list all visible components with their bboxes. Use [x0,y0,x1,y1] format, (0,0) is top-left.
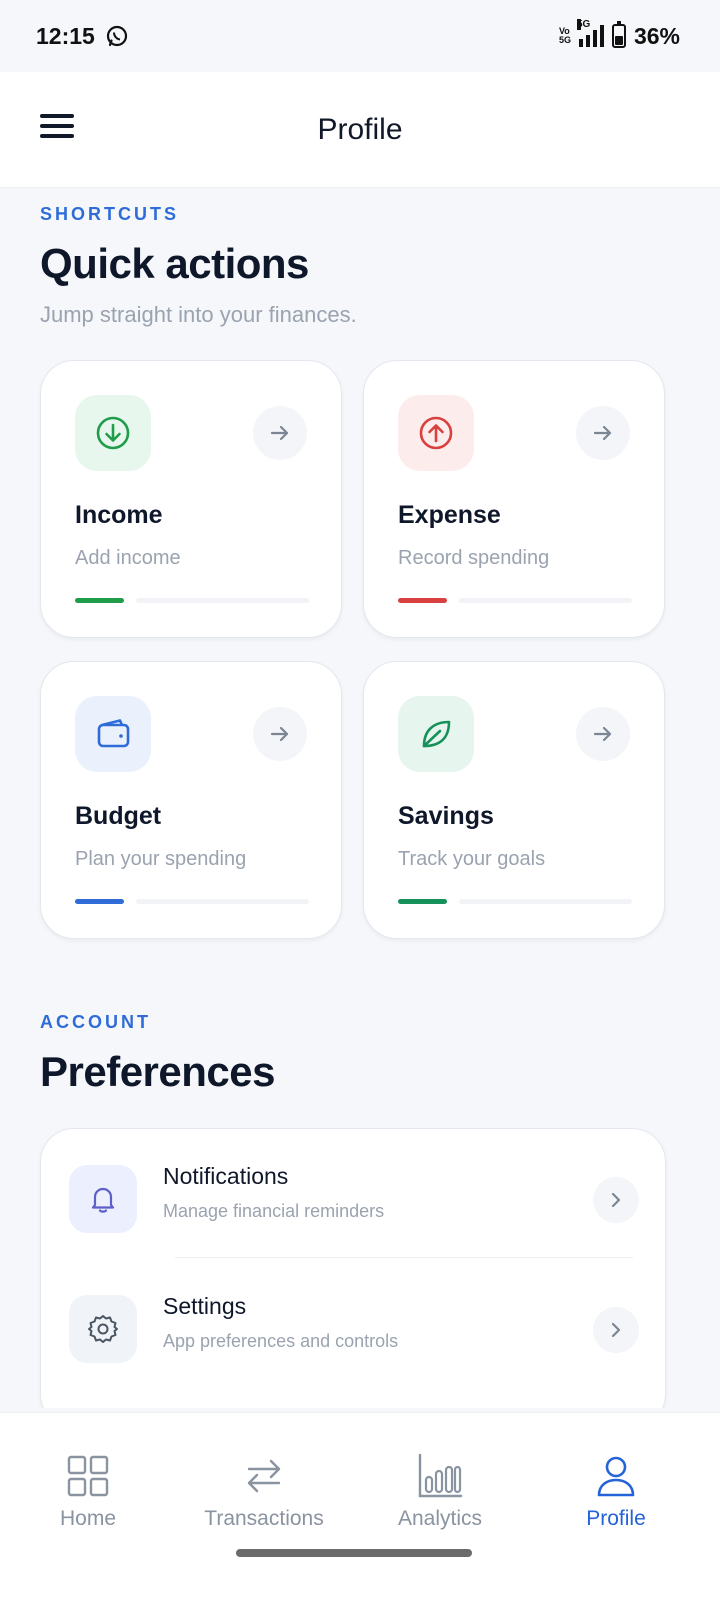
leaf-icon [422,720,451,748]
main-content[interactable]: SHORTCUTS Quick actions Jump straight in… [0,188,720,1408]
account-eyebrow: ACCOUNT [40,1012,151,1032]
income-accent-bar [75,598,124,603]
nav-home-label: Home [59,1507,117,1530]
signal-bars-icon: 5G [576,19,604,47]
nav-profile-label: Profile [586,1507,646,1530]
income-subtitle: Add income [75,547,181,569]
budget-icon-tile [75,696,151,772]
status-right: Vo 5G 5G 36% [558,19,680,50]
bar-chart-icon [418,1453,463,1498]
volte-indicator: Vo 5G [558,26,571,45]
expense-title: Expense [398,501,501,529]
notifications-chevron-button[interactable] [593,1177,639,1223]
nav-transactions-label: Transactions [204,1507,324,1530]
arrow-up-circle-icon [419,416,453,450]
nav-transactions[interactable]: Transactions [176,1453,352,1553]
battery-icon [611,21,626,48]
income-title: Income [75,501,163,529]
income-icon-tile [75,395,151,471]
nav-analytics-label: Analytics [397,1507,483,1530]
notifications-row[interactable]: Notifications Manage financial reminders [41,1149,667,1259]
notifications-icon-tile [69,1165,137,1233]
whatsapp-icon [106,25,127,47]
user-icon [597,1456,635,1497]
shortcuts-eyebrow: SHORTCUTS [40,204,179,224]
gear-icon [88,1315,118,1343]
status-time: 12:15 [36,22,95,49]
income-track-bar [136,598,309,603]
notifications-title: Notifications [163,1163,289,1189]
battery-percent: 36% [633,22,680,49]
income-card[interactable]: Income Add income [40,360,342,638]
expense-arrow-button[interactable] [576,406,630,460]
status-bar: 12:15 Vo 5G 5G 36% [0,0,720,72]
quick-actions-subtitle: Jump straight into your finances. [40,302,357,327]
expense-accent-bar [398,598,447,603]
hamburger-menu-icon[interactable] [40,114,74,142]
savings-arrow-button[interactable] [576,707,630,761]
status-left: 12:15 [36,23,129,50]
nav-home[interactable]: Home [0,1453,176,1553]
savings-icon-tile [398,696,474,772]
arrow-right-icon [270,726,289,742]
budget-track-bar [136,899,309,904]
chevron-right-icon [611,1322,621,1338]
settings-chevron-button[interactable] [593,1307,639,1353]
budget-subtitle: Plan your spending [75,848,247,870]
wallet-icon [97,719,130,748]
grid-icon [67,1455,109,1497]
budget-accent-bar [75,899,124,904]
expense-icon-tile [398,395,474,471]
preferences-card: Notifications Manage financial reminders… [40,1128,666,1408]
savings-track-bar [459,899,632,904]
preferences-divider [175,1257,633,1258]
bell-icon [91,1187,115,1213]
expense-card[interactable]: Expense Record spending [363,360,665,638]
savings-card[interactable]: Savings Track your goals [363,661,665,939]
bottom-nav: Home Transactions Analytics Profile [0,1412,720,1600]
preferences-title: Preferences [40,1048,276,1095]
quick-actions-title: Quick actions [40,240,309,287]
page-title: Profile [317,112,403,146]
arrow-down-circle-icon [96,416,130,450]
settings-title: Settings [163,1293,247,1319]
expense-track-bar [459,598,632,603]
expense-subtitle: Record spending [398,547,550,569]
settings-row[interactable]: Settings App preferences and controls [41,1279,667,1389]
income-arrow-button[interactable] [253,406,307,460]
swap-arrows-icon [247,1459,281,1493]
home-indicator[interactable] [236,1549,472,1557]
app-bar: Profile [0,72,720,188]
budget-arrow-button[interactable] [253,707,307,761]
settings-subtitle: App preferences and controls [163,1331,399,1351]
nav-profile[interactable]: Profile [528,1453,704,1553]
arrow-right-icon [593,726,612,742]
nav-analytics[interactable]: Analytics [352,1453,528,1553]
arrow-right-icon [270,425,289,441]
settings-icon-tile [69,1295,137,1363]
chevron-right-icon [611,1192,621,1208]
arrow-right-icon [593,425,612,441]
budget-title: Budget [75,802,162,830]
savings-subtitle: Track your goals [398,848,546,870]
notifications-subtitle: Manage financial reminders [163,1201,385,1221]
network-type-label: 5G [576,19,591,30]
savings-title: Savings [398,802,494,830]
budget-card[interactable]: Budget Plan your spending [40,661,342,939]
savings-accent-bar [398,899,447,904]
